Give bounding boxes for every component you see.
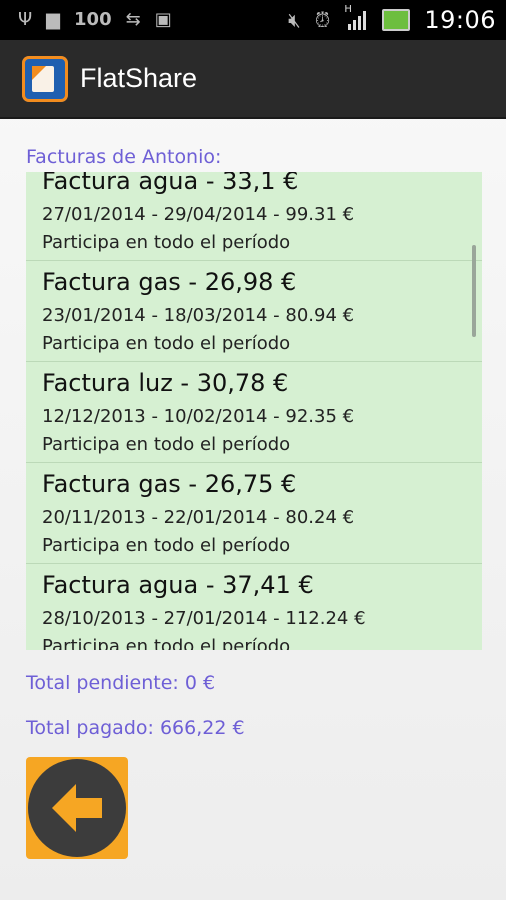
android-icon: ▆ [46, 9, 61, 30]
total-paid: Total pagado: 666,22 € [26, 717, 245, 739]
status-bar: Ψ ▆ 100 ⇆ ▣ 🔇︎ ⏰︎ H 19:06 [0, 0, 506, 40]
bill-title: Factura gas - 26,98 € [42, 268, 297, 296]
battery-icon [382, 9, 411, 31]
bill-title: Factura agua - 37,41 € [42, 571, 314, 599]
signal-icon: H [344, 4, 368, 32]
bill-title: Factura gas - 26,75 € [42, 470, 297, 498]
list-item[interactable]: Factura luz - 30,78 € 12/12/2013 - 10/02… [26, 362, 482, 463]
total-pending: Total pendiente: 0 € [26, 672, 216, 694]
image-icon: ▣ [154, 9, 172, 30]
bill-participation: Participa en todo el período [42, 636, 291, 650]
bill-participation: Participa en todo el período [42, 535, 291, 556]
list-scrollbar[interactable] [472, 245, 476, 337]
bill-title: Factura luz - 30,78 € [42, 369, 289, 397]
bill-dates: 27/01/2014 - 29/04/2014 - 99.31 € [42, 204, 355, 225]
list-item[interactable]: Factura agua - 33,1 € 27/01/2014 - 29/04… [26, 172, 482, 261]
bill-dates: 23/01/2014 - 18/03/2014 - 80.94 € [42, 305, 355, 326]
bill-title: Factura agua - 33,1 € [42, 172, 299, 195]
bill-participation: Participa en todo el período [42, 232, 291, 253]
bill-dates: 28/10/2013 - 27/01/2014 - 112.24 € [42, 608, 366, 629]
bill-participation: Participa en todo el período [42, 434, 291, 455]
list-item[interactable]: Factura gas - 26,75 € 20/11/2013 - 22/01… [26, 463, 482, 564]
back-button[interactable] [26, 757, 128, 859]
alarm-icon: ⏰︎ [314, 8, 331, 32]
battery-saver-indicator: 100 [74, 9, 112, 30]
clock: 19:06 [424, 6, 496, 34]
list-item[interactable]: Factura gas - 26,98 € 23/01/2014 - 18/03… [26, 261, 482, 362]
usb-icon: Ψ [18, 9, 33, 30]
section-label: Facturas de Antonio: [26, 146, 222, 168]
list-item[interactable]: Factura agua - 37,41 € 28/10/2013 - 27/0… [26, 564, 482, 650]
action-bar: FlatShare [0, 40, 506, 119]
sync-icon: ⇆ [125, 9, 141, 30]
app-title: FlatShare [80, 63, 198, 93]
mute-icon: 🔇︎ [288, 8, 301, 32]
back-arrow-icon [52, 784, 102, 832]
bill-participation: Participa en todo el período [42, 333, 291, 354]
app-logo-icon[interactable] [22, 56, 68, 102]
status-bar-left: Ψ ▆ 100 ⇆ ▣ [18, 0, 172, 40]
bill-dates: 12/12/2013 - 10/02/2014 - 92.35 € [42, 406, 355, 427]
bill-list[interactable]: Factura agua - 33,1 € 27/01/2014 - 29/04… [26, 172, 482, 650]
status-bar-right: 🔇︎ ⏰︎ H 19:06 [288, 0, 496, 40]
bill-dates: 20/11/2013 - 22/01/2014 - 80.24 € [42, 507, 355, 528]
